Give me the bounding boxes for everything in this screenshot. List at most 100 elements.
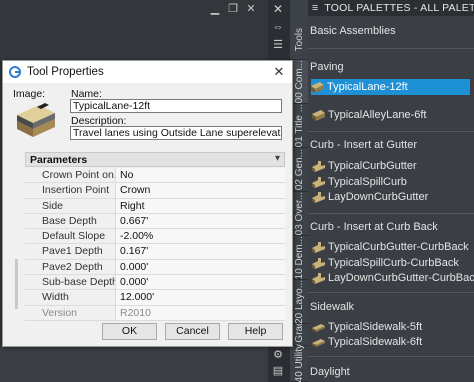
section-curb-insert-at-gutter[interactable]: Curb - Insert at Gutter (308, 136, 474, 154)
palette-title: TOOL PALETTES - ALL PALETTES (324, 2, 474, 14)
tool-typical-curb-gutter-curbback[interactable]: TypicalCurbGutter-CurbBack (312, 239, 470, 255)
parameter-value[interactable]: 12.000' (116, 290, 285, 305)
parameters-table: Crown Point on... No Insertion Point Crown… (25, 168, 285, 321)
autohide-icon[interactable]: ⇔ (271, 20, 285, 34)
collapse-arrow-icon[interactable]: ▾ (275, 153, 280, 164)
ok-button[interactable]: OK (102, 323, 157, 340)
tool-label: TypicalCurbGutter-CurbBack (328, 241, 469, 253)
tab-label: Tools (293, 27, 305, 52)
parameter-row[interactable]: Width 12.000' (25, 290, 285, 306)
palette-close-icon[interactable]: ✕ (271, 2, 285, 16)
name-field[interactable]: TypicalLane-12ft (70, 99, 282, 113)
sidewalk-icon (312, 338, 325, 347)
section-basic-assemblies[interactable]: Basic Assemblies (308, 22, 474, 40)
tab-label: 40 Utility (293, 344, 305, 382)
parameter-row[interactable]: Pave1 Depth 0.167' (25, 244, 285, 260)
tool-properties-dialog: Tool Properties ✕ Image: Name: TypicalLa… (2, 60, 293, 347)
cancel-button[interactable]: Cancel (165, 323, 220, 340)
palette-settings-icon[interactable]: ⚙ (271, 348, 285, 362)
section-daylight[interactable]: Daylight (308, 363, 474, 381)
lane-icon (312, 109, 325, 121)
tab-label: 00 Com... (293, 59, 305, 104)
tool-typical-spill-curb[interactable]: TypicalSpillCurb (312, 174, 470, 190)
tool-typical-curb-gutter[interactable]: TypicalCurbGutter (312, 158, 470, 174)
parameters-header[interactable]: Parameters ▾ (25, 152, 285, 167)
parameter-name: Version (25, 305, 116, 320)
lane-icon (311, 81, 324, 93)
restore-button[interactable]: ❐ (226, 3, 240, 16)
palette-title-bar: ≡ TOOL PALETTES - ALL PALETTES (308, 0, 474, 16)
tool-label: LayDownCurbGutter-CurbBack (328, 272, 474, 284)
tool-typical-sidewalk-6ft[interactable]: TypicalSidewalk-6ft (312, 334, 470, 350)
parameter-value[interactable]: Crown (116, 183, 285, 198)
tool-laydown-curb-gutter[interactable]: LayDownCurbGutter (312, 189, 470, 205)
curb-icon (312, 160, 325, 172)
parameter-row[interactable]: Default Slope -2.00% (25, 229, 285, 245)
background-footer (0, 346, 270, 382)
description-field[interactable]: Travel lanes using Outside Lane superele… (70, 126, 282, 140)
close-window-button[interactable]: ✕ (244, 3, 258, 16)
tool-typical-alley-lane-6ft[interactable]: TypicalAlleyLane-6ft (312, 107, 470, 123)
parameter-row[interactable]: Base Depth 0.667' (25, 213, 285, 230)
parameter-row[interactable]: Insertion Point Crown (25, 183, 285, 199)
parameter-row[interactable]: Sub-base Depth 0.000' (25, 275, 285, 291)
tool-label: TypicalCurbGutter (328, 160, 417, 172)
close-icon[interactable]: ✕ (272, 65, 286, 79)
parameter-row[interactable]: Side Right (25, 198, 285, 214)
sidewalk-icon (312, 323, 325, 332)
palette-menu-icon[interactable]: ▤ (271, 364, 285, 378)
curb-icon (312, 241, 325, 253)
tool-laydown-curb-gutter-curbback[interactable]: LayDownCurbGutter-CurbBack (312, 270, 474, 286)
tab-tools[interactable]: Tools (290, 20, 308, 60)
parameter-value[interactable]: Right (116, 198, 285, 213)
section-paving[interactable]: Paving (308, 58, 474, 76)
tool-palette: ≡ TOOL PALETTES - ALL PALETTES Basic Asse… (308, 0, 474, 382)
tool-label: LayDownCurbGutter (328, 191, 429, 203)
parameter-name: Crown Point on... (25, 168, 116, 183)
section-label: Sidewalk (310, 301, 355, 313)
divider (308, 356, 474, 357)
divider (308, 131, 474, 132)
divider (308, 213, 474, 214)
parameter-value[interactable]: 0.000' (116, 259, 285, 275)
tool-typical-spill-curb-curbback[interactable]: TypicalSpillCurb-CurbBack (312, 255, 470, 271)
minimize-button[interactable]: ▁ (208, 3, 222, 16)
help-button[interactable]: Help (228, 323, 283, 340)
section-curb-insert-at-curb-back[interactable]: Curb - Insert at Curb Back (308, 218, 474, 236)
parameter-name: Width (25, 290, 116, 305)
tab-40-utility[interactable]: 40 Utility (290, 344, 308, 382)
tool-typical-sidewalk-5ft[interactable]: TypicalSidewalk-5ft (312, 319, 470, 335)
parameter-name: Sub-base Depth (25, 275, 116, 290)
tab-label: 30 Grad... (294, 324, 305, 345)
tab-label: 01 Title ... (293, 103, 305, 148)
scrollbar-thumb[interactable] (15, 259, 18, 309)
parameter-row[interactable]: Pave2 Depth 0.000' (25, 259, 285, 276)
curb-icon (312, 176, 325, 188)
parameter-name: Insertion Point (25, 183, 116, 198)
properties-icon[interactable]: ☰ (271, 38, 285, 52)
parameter-value[interactable]: 0.667' (116, 213, 285, 229)
dialog-title-bar: Tool Properties ✕ (3, 61, 292, 83)
parameter-value[interactable]: No (116, 168, 285, 183)
tool-label: TypicalAlleyLane-6ft (328, 109, 427, 121)
tool-label: TypicalSidewalk-5ft (328, 321, 423, 333)
divider (308, 292, 474, 293)
parameter-row[interactable]: Crown Point on... No (25, 168, 285, 184)
parameters-title: Parameters (30, 154, 88, 166)
menu-icon[interactable]: ≡ (312, 2, 318, 14)
parameter-value[interactable]: 0.000' (116, 275, 285, 290)
tab-label: 02 Gen... (293, 148, 305, 191)
parameter-name: Base Depth (25, 213, 116, 229)
curb-icon (312, 257, 325, 269)
curb-icon (312, 191, 325, 203)
section-label: Daylight (310, 366, 350, 378)
section-sidewalk[interactable]: Sidewalk (308, 298, 474, 316)
tool-typical-lane-12ft[interactable]: TypicalLane-12ft (311, 79, 470, 95)
tab-label: 03 Over... (293, 191, 305, 236)
tool-label: TypicalSpillCurb-CurbBack (328, 257, 459, 269)
parameter-value[interactable]: 0.167' (116, 244, 285, 259)
tab-label: 20 Layo... (293, 279, 305, 324)
parameter-value[interactable]: -2.00% (116, 229, 285, 244)
dialog-title: Tool Properties (27, 66, 104, 78)
tool-image-preview[interactable] (13, 99, 59, 141)
